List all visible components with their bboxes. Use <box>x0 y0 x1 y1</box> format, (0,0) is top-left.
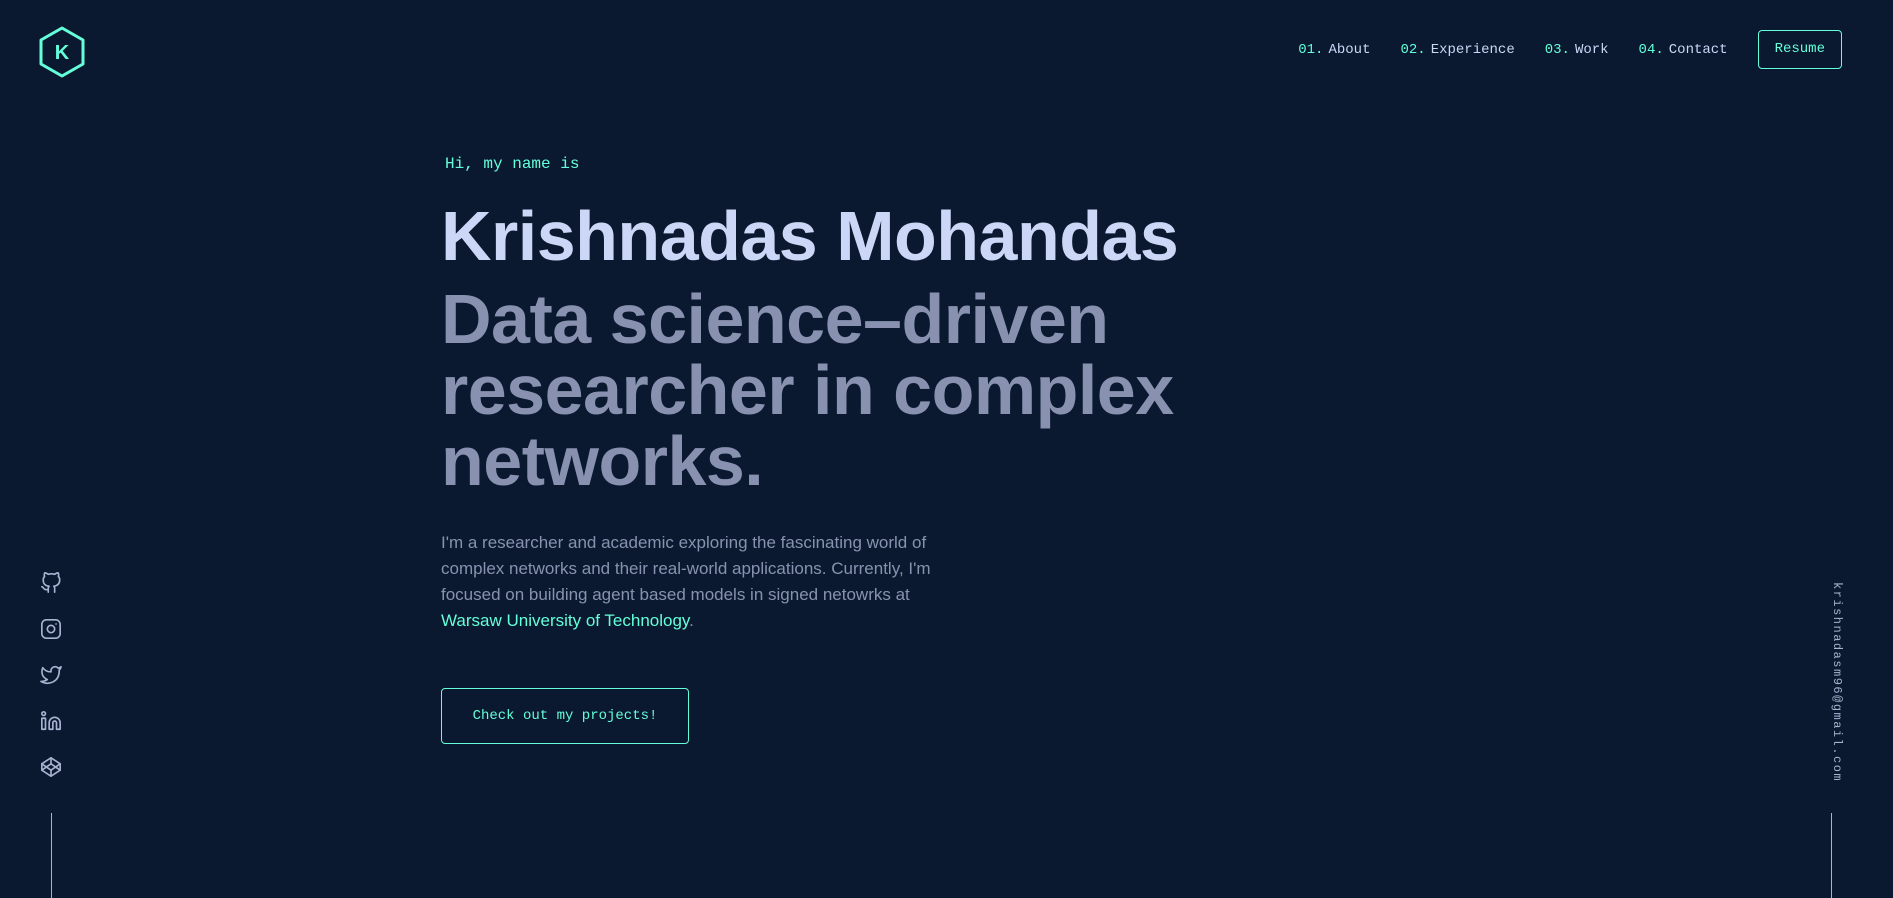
nav-number: 03. <box>1544 41 1570 58</box>
nav-number: 04. <box>1638 41 1664 58</box>
instagram-icon <box>41 619 61 639</box>
logo-letter: K <box>55 42 70 64</box>
logo[interactable]: K <box>38 26 86 78</box>
hero-tagline: Data science–driven researcher in comple… <box>441 280 1174 500</box>
greeting: Hi, my name is <box>445 155 580 173</box>
intro-text: I'm a researcher and academic exploring … <box>441 533 931 604</box>
nav-label: Work <box>1574 41 1609 58</box>
twitter-link[interactable] <box>40 664 62 686</box>
left-divider-line <box>51 813 52 898</box>
nav-number: 01. <box>1298 41 1324 58</box>
social-links <box>40 572 62 802</box>
nav-work[interactable]: 03. Work <box>1545 42 1609 58</box>
university-link[interactable]: Warsaw University of Technology <box>441 611 689 630</box>
main-nav: 01. About 02. Experience 03. Work 04. Co… <box>1298 30 1842 69</box>
nav-contact[interactable]: 04. Contact <box>1639 42 1728 58</box>
nav-label: Contact <box>1668 41 1728 58</box>
resume-button[interactable]: Resume <box>1757 30 1842 69</box>
hero-intro: I'm a researcher and academic exploring … <box>441 530 961 634</box>
github-link[interactable] <box>40 572 62 594</box>
github-icon <box>41 572 61 593</box>
twitter-icon <box>40 665 62 685</box>
nav-about[interactable]: 01. About <box>1298 42 1370 58</box>
nav-label: Experience <box>1430 41 1515 58</box>
hexagon-logo-icon: K <box>39 26 85 78</box>
instagram-link[interactable] <box>40 618 62 640</box>
email-link[interactable]: krishnadasm96@gmail.com <box>1820 582 1844 782</box>
hero-name: Krishnadas Mohandas <box>441 197 1179 275</box>
linkedin-link[interactable] <box>40 710 62 732</box>
linkedin-icon <box>41 711 61 731</box>
nav-number: 02. <box>1400 41 1426 58</box>
codepen-link[interactable] <box>40 756 62 778</box>
nav-label: About <box>1328 41 1371 58</box>
codepen-icon <box>41 757 61 777</box>
right-divider-line <box>1831 813 1832 898</box>
nav-experience[interactable]: 02. Experience <box>1400 42 1514 58</box>
intro-end: . <box>689 611 694 630</box>
projects-button[interactable]: Check out my projects! <box>441 688 689 744</box>
